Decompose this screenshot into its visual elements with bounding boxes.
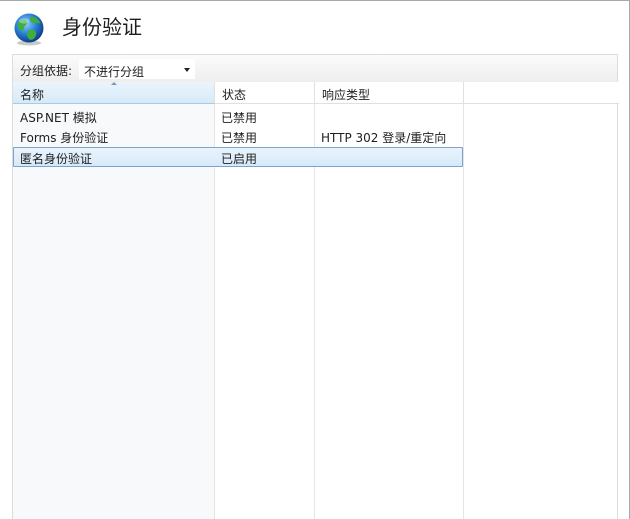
column-header-name[interactable]: 名称 (13, 82, 215, 104)
cell-name: ASP.NET 模拟 (20, 111, 97, 125)
dropdown-arrow-icon (184, 68, 190, 72)
cell-name: Forms 身份验证 (20, 131, 109, 145)
page-title: 身份验证 (62, 15, 142, 39)
group-by-toolbar: 分组依据: 不进行分组 (12, 54, 618, 82)
group-by-label: 分组依据: (20, 64, 73, 78)
group-by-dropdown[interactable]: 不进行分组 (79, 59, 195, 79)
table-row-selected[interactable]: 匿名身份验证 已启用 (13, 147, 463, 167)
table-row[interactable]: Forms 身份验证 已禁用 HTTP 302 登录/重定向 (13, 126, 463, 146)
table-row[interactable]: ASP.NET 模拟 已禁用 (13, 106, 463, 126)
cell-status: 已启用 (221, 152, 258, 166)
cell-name: 匿名身份验证 (20, 152, 93, 166)
cell-status: 已禁用 (221, 131, 258, 145)
feature-list: 名称 状态 响应类型 ASP.NET 模拟 已禁用 Forms 身份验证 已禁用… (12, 82, 619, 519)
globe-icon (14, 13, 44, 46)
group-by-value: 不进行分组 (84, 65, 145, 79)
cell-status: 已禁用 (221, 111, 258, 125)
column-header-status[interactable]: 状态 (215, 82, 315, 104)
sort-ascending-icon (111, 82, 117, 85)
page-header: 身份验证 (0, 0, 630, 54)
cell-response-type: HTTP 302 登录/重定向 (321, 131, 447, 145)
column-divider (463, 82, 464, 519)
column-header-filler (464, 82, 619, 104)
column-header-response-type[interactable]: 响应类型 (315, 82, 464, 104)
